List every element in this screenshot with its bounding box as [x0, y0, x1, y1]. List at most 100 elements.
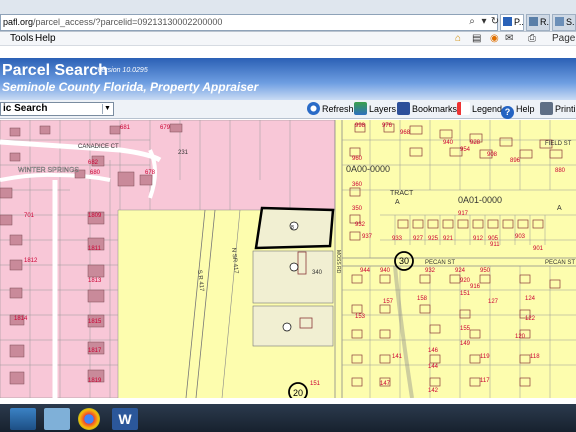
- svg-text:927: 927: [413, 236, 424, 242]
- svg-text:933: 933: [392, 236, 403, 242]
- rss-icon[interactable]: ◉: [490, 33, 499, 45]
- version-label: Version 10.0295: [97, 67, 148, 74]
- tab-second[interactable]: R...: [526, 14, 550, 31]
- refresh-button[interactable]: Refresh: [307, 102, 354, 117]
- svg-text:932: 932: [355, 222, 366, 228]
- svg-text:679: 679: [160, 125, 171, 131]
- page-icon: [555, 17, 564, 26]
- street-label-tract-a: A: [395, 199, 400, 206]
- svg-text:901: 901: [533, 246, 544, 252]
- svg-text:896: 896: [510, 158, 521, 164]
- svg-text:155: 155: [460, 326, 471, 332]
- search-mode-select[interactable]: ic Search ▼: [0, 102, 114, 116]
- svg-text:908: 908: [487, 152, 498, 158]
- street-label-pecan-east: PECAN ST: [545, 260, 575, 266]
- chevron-down-icon: ▼: [102, 104, 112, 114]
- page-title: Parcel Search: [2, 62, 108, 79]
- search-icon[interactable]: ⌕: [466, 15, 478, 29]
- svg-text:911: 911: [490, 242, 500, 248]
- svg-text:678: 678: [145, 170, 156, 176]
- svg-text:124: 124: [525, 296, 536, 302]
- url-path: /parcel_access/?parcelid=092131300022000…: [33, 17, 223, 27]
- url-host: pafl.org: [3, 17, 34, 27]
- chrome-icon[interactable]: [78, 408, 100, 430]
- word-icon[interactable]: W: [112, 408, 138, 430]
- map-canvas[interactable]: 30 20 CANADICE CT WINTER SPRINGS S R 417…: [0, 120, 576, 398]
- street-label-tract-a-east: A: [557, 205, 562, 212]
- route-marker-20: 20: [293, 388, 303, 398]
- svg-text:360: 360: [352, 182, 363, 188]
- ie-icon[interactable]: [44, 408, 70, 430]
- page-menu[interactable]: Page: [552, 33, 575, 45]
- parcel-id-sub: 0A01-0000: [458, 195, 502, 205]
- taskbar: W: [0, 404, 576, 432]
- page-icon: [503, 17, 512, 26]
- svg-text:950: 950: [480, 268, 491, 274]
- printing-button[interactable]: Printing: [540, 102, 576, 117]
- browser-address-bar: pafl.org/parcel_access/?parcelid=0921313…: [0, 0, 576, 32]
- street-label-winter-springs: WINTER SPRINGS: [18, 167, 79, 174]
- svg-text:903: 903: [515, 234, 526, 240]
- svg-text:880: 880: [555, 168, 566, 174]
- svg-text:1813: 1813: [88, 278, 102, 284]
- parcel-marker-south: [282, 322, 292, 332]
- refresh-icon: [307, 102, 320, 115]
- svg-text:917: 917: [458, 211, 469, 217]
- svg-text:350: 350: [352, 206, 363, 212]
- svg-text:932: 932: [425, 268, 436, 274]
- svg-text:340: 340: [312, 270, 323, 276]
- svg-text:118: 118: [530, 354, 540, 360]
- svg-text:142: 142: [428, 388, 439, 394]
- svg-text:1811: 1811: [88, 246, 102, 252]
- menu-help[interactable]: Help: [35, 32, 56, 46]
- commercial-zone: [335, 120, 576, 398]
- street-label-moss: MOSS RD: [335, 250, 341, 274]
- bookmarks-button[interactable]: Bookmarks: [397, 102, 457, 117]
- svg-text:682: 682: [88, 160, 99, 166]
- svg-text:998: 998: [355, 123, 366, 129]
- svg-text:1817: 1817: [88, 348, 102, 354]
- svg-text:976: 976: [382, 123, 393, 129]
- menu-tools[interactable]: Tools: [10, 32, 33, 46]
- svg-text:120: 120: [515, 334, 526, 340]
- street-label-hwy: N SR 417: [230, 248, 239, 275]
- tab-third[interactable]: S...: [552, 14, 576, 31]
- svg-text:1815: 1815: [88, 319, 102, 325]
- feeds-icon[interactable]: ▤: [472, 33, 481, 45]
- street-label-pecan: PECAN ST: [425, 260, 455, 266]
- svg-text:968: 968: [400, 130, 411, 136]
- layers-button[interactable]: Layers: [354, 102, 396, 117]
- parcel-center[interactable]: [252, 250, 334, 304]
- parcel-map[interactable]: 30 20 CANADICE CT WINTER SPRINGS S R 417…: [0, 120, 576, 398]
- svg-text:231: 231: [178, 150, 189, 156]
- parcel-marker-center: [289, 262, 299, 272]
- svg-text:937: 937: [362, 234, 373, 240]
- svg-text:680: 680: [90, 170, 101, 176]
- page-icon: [529, 17, 538, 26]
- page-subtitle: Seminole County Florida, Property Apprai…: [2, 80, 259, 94]
- svg-text:924: 924: [455, 268, 466, 274]
- map-toolbar: ic Search ▼ Refresh Layers Bookmarks Lege…: [0, 100, 576, 119]
- help-button[interactable]: ? Help: [501, 102, 535, 119]
- svg-text:141: 141: [392, 354, 403, 360]
- print-icon[interactable]: ⎙: [528, 33, 536, 45]
- url-field[interactable]: pafl.org/parcel_access/?parcelid=0921313…: [0, 14, 498, 31]
- svg-text:925: 925: [428, 236, 439, 242]
- legend-button[interactable]: Legend: [457, 102, 502, 117]
- explorer-icon[interactable]: [10, 408, 36, 430]
- header-banner: Parcel Search Version 10.0295 Seminole C…: [0, 58, 576, 100]
- mail-icon[interactable]: ✉: [505, 33, 513, 45]
- svg-text:1809: 1809: [88, 213, 102, 219]
- svg-text:1812: 1812: [24, 258, 38, 264]
- tab-parcel[interactable]: P...: [500, 14, 524, 31]
- svg-text:144: 144: [428, 364, 439, 370]
- street-label-field: FIELD ST: [545, 141, 572, 147]
- parcel-south[interactable]: [252, 305, 334, 347]
- svg-text:912: 912: [473, 236, 484, 242]
- svg-text:1819: 1819: [88, 378, 102, 384]
- bookmark-icon: [397, 102, 410, 115]
- svg-text:153: 153: [355, 314, 366, 320]
- svg-text:127: 127: [488, 299, 499, 305]
- home-icon[interactable]: ⌂: [455, 33, 461, 45]
- svg-text:149: 149: [460, 341, 471, 347]
